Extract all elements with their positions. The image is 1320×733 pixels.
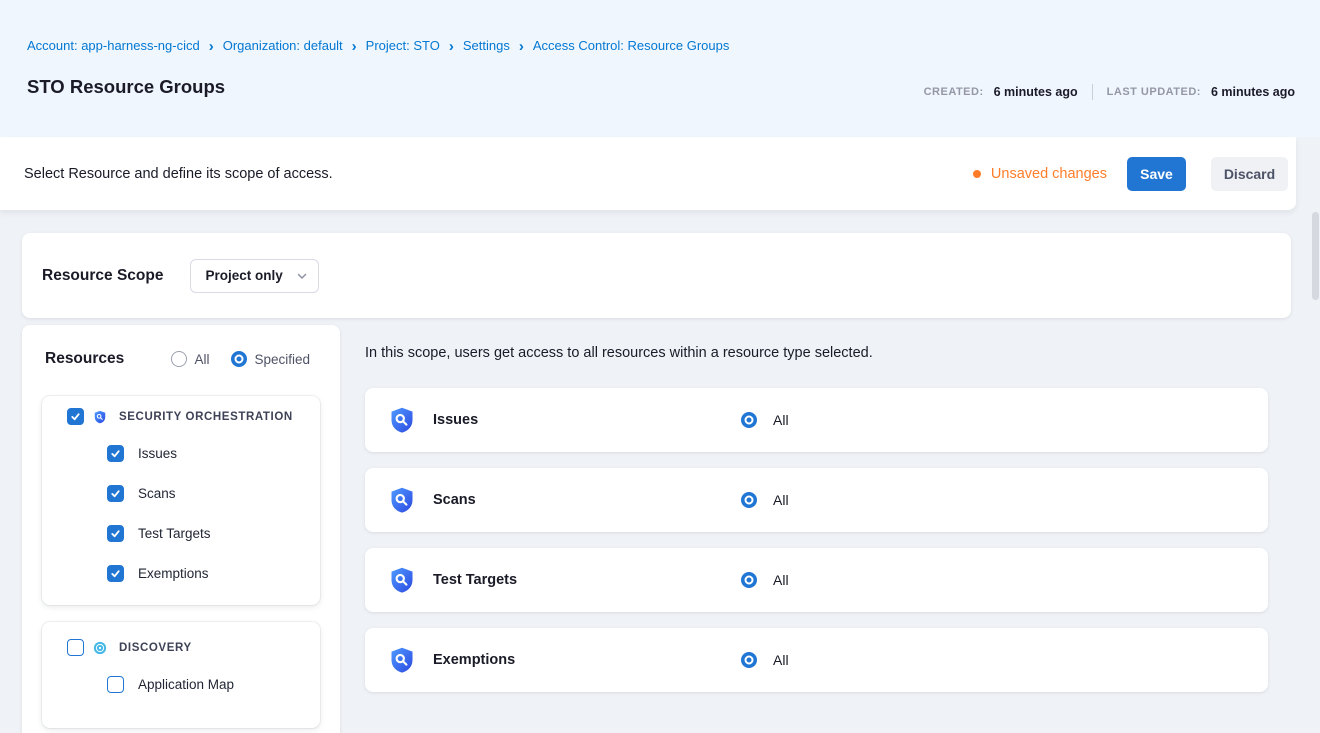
resources-sidebar: Resources All Specified	[22, 325, 340, 733]
created-label: CREATED:	[924, 86, 984, 98]
resource-group-detail-page: Account: app-harness-ng-cicd › Organizat…	[0, 0, 1320, 733]
toolbar-actions: Unsaved changes Save Discard	[973, 157, 1288, 191]
item-label: Issues	[138, 446, 177, 461]
group-row-discovery: DISCOVERY	[67, 639, 320, 656]
resource-group-panel-security-orchestration: SECURITY ORCHESTRATION Issues Scans Test…	[42, 396, 320, 605]
all-radio-label: All	[194, 352, 209, 367]
card-title: Test Targets	[433, 572, 741, 588]
card-title: Exemptions	[433, 652, 741, 668]
all-access-radio[interactable]	[741, 412, 757, 428]
resource-scope-selected-value: Project only	[205, 268, 282, 283]
resource-card-exemptions: Exemptions All	[365, 628, 1268, 692]
specified-radio-label: Specified	[254, 352, 310, 367]
chevron-right-icon: ›	[209, 39, 214, 53]
filter-option-specified[interactable]: Specified	[231, 351, 310, 367]
all-access-radio[interactable]	[741, 492, 757, 508]
resource-card-test-targets: Test Targets All	[365, 548, 1268, 612]
all-access-label: All	[773, 652, 789, 668]
created-value: 6 minutes ago	[994, 85, 1078, 99]
group-name: SECURITY ORCHESTRATION	[119, 411, 293, 423]
card-title: Scans	[433, 492, 741, 508]
resources-title: Resources	[45, 350, 124, 368]
security-orchestration-shield-icon	[388, 486, 416, 514]
scrollbar-thumb[interactable]	[1312, 212, 1319, 300]
last-updated-value: 6 minutes ago	[1211, 85, 1295, 99]
all-radio[interactable]	[171, 351, 187, 367]
unsaved-changes-dot-icon	[973, 170, 981, 178]
item-label: Exemptions	[138, 566, 209, 581]
security-orchestration-shield-icon	[388, 406, 416, 434]
discard-button[interactable]: Discard	[1211, 157, 1288, 191]
test-targets-checkbox[interactable]	[107, 525, 124, 542]
meta-divider	[1092, 84, 1093, 100]
header-meta: CREATED: 6 minutes ago LAST UPDATED: 6 m…	[924, 84, 1295, 100]
group-name: DISCOVERY	[119, 642, 192, 654]
all-access-radio[interactable]	[741, 652, 757, 668]
application-map-checkbox[interactable]	[107, 676, 124, 693]
scope-description: In this scope, users get access to all r…	[365, 345, 873, 361]
resource-group-panel-discovery: DISCOVERY Application Map	[42, 622, 320, 728]
resources-header: Resources All Specified	[22, 325, 340, 368]
resource-item-scans: Scans	[107, 485, 320, 502]
access-option-all[interactable]: All	[741, 492, 789, 508]
resources-filter: All Specified	[171, 351, 310, 367]
chevron-right-icon: ›	[352, 39, 357, 53]
breadcrumb-account-link[interactable]: Account: app-harness-ng-cicd	[27, 38, 200, 53]
discovery-radar-icon	[93, 641, 107, 655]
security-orchestration-shield-icon	[93, 410, 107, 424]
exemptions-checkbox[interactable]	[107, 565, 124, 582]
page-header: Account: app-harness-ng-cicd › Organizat…	[0, 0, 1320, 137]
access-option-all[interactable]: All	[741, 412, 789, 428]
page-title: STO Resource Groups	[27, 76, 225, 98]
breadcrumb-project-link[interactable]: Project: STO	[366, 38, 440, 53]
resource-item-application-map: Application Map	[107, 676, 320, 693]
card-title: Issues	[433, 412, 741, 428]
resource-card-scans: Scans All	[365, 468, 1268, 532]
discovery-checkbox[interactable]	[67, 639, 84, 656]
all-access-radio[interactable]	[741, 572, 757, 588]
security-orchestration-shield-icon	[388, 566, 416, 594]
chevron-right-icon: ›	[519, 39, 524, 53]
resource-item-issues: Issues	[107, 445, 320, 462]
chevron-down-icon	[296, 270, 308, 282]
toolbar-description: Select Resource and define its scope of …	[24, 166, 333, 182]
resource-scope-select[interactable]: Project only	[190, 259, 319, 293]
resource-item-exemptions: Exemptions	[107, 565, 320, 582]
specified-radio[interactable]	[231, 351, 247, 367]
all-access-label: All	[773, 492, 789, 508]
item-label: Scans	[138, 486, 176, 501]
security-orchestration-shield-icon	[388, 646, 416, 674]
access-option-all[interactable]: All	[741, 572, 789, 588]
breadcrumb-settings-link[interactable]: Settings	[463, 38, 510, 53]
all-access-label: All	[773, 412, 789, 428]
breadcrumb-organization-link[interactable]: Organization: default	[223, 38, 343, 53]
access-option-all[interactable]: All	[741, 652, 789, 668]
unsaved-changes-text: Unsaved changes	[991, 166, 1107, 182]
breadcrumb: Account: app-harness-ng-cicd › Organizat…	[27, 38, 729, 53]
resource-scope-label: Resource Scope	[42, 267, 163, 285]
item-label: Test Targets	[138, 526, 211, 541]
issues-checkbox[interactable]	[107, 445, 124, 462]
resource-item-test-targets: Test Targets	[107, 525, 320, 542]
save-button[interactable]: Save	[1127, 157, 1186, 191]
resource-scope-card: Resource Scope Project only	[22, 233, 1291, 318]
breadcrumb-resource-groups-link[interactable]: Access Control: Resource Groups	[533, 38, 730, 53]
item-label: Application Map	[138, 677, 234, 692]
group-row-security-orchestration: SECURITY ORCHESTRATION	[67, 408, 320, 425]
scans-checkbox[interactable]	[107, 485, 124, 502]
action-toolbar: Select Resource and define its scope of …	[0, 137, 1296, 210]
last-updated-label: LAST UPDATED:	[1107, 86, 1201, 98]
filter-option-all[interactable]: All	[171, 351, 209, 367]
security-orchestration-checkbox[interactable]	[67, 408, 84, 425]
chevron-right-icon: ›	[449, 39, 454, 53]
resource-card-issues: Issues All	[365, 388, 1268, 452]
all-access-label: All	[773, 572, 789, 588]
